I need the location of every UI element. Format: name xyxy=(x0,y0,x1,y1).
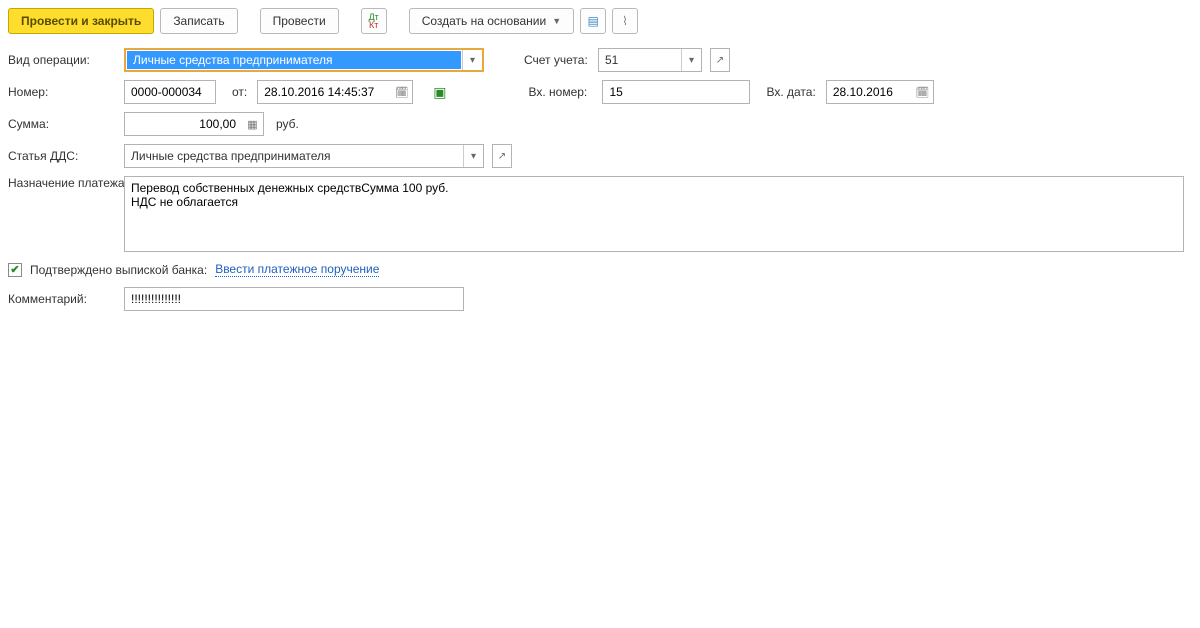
dds-select[interactable]: Личные средства предпринимателя ▾ xyxy=(124,144,484,168)
toolbar: Провести и закрыть Записать Провести ДтК… xyxy=(8,8,1192,34)
confirmed-checkbox[interactable]: ✔ xyxy=(8,263,22,277)
status-posted-icon: ▣ xyxy=(433,84,446,101)
in-number-input[interactable] xyxy=(602,80,750,104)
operation-type-value: Личные средства предпринимателя xyxy=(127,51,461,69)
create-based-on-button[interactable]: Создать на основании▼ xyxy=(409,8,574,34)
account-select[interactable]: 51 ▾ xyxy=(598,48,702,72)
attachment-button[interactable]: ⌇ xyxy=(612,8,638,34)
dtkt-icon: ДтКт xyxy=(369,13,379,29)
enter-payment-order-link[interactable]: Ввести платежное поручение xyxy=(215,262,379,277)
purpose-label: Назначение платежа: xyxy=(8,176,120,190)
dropdown-icon[interactable]: ▾ xyxy=(681,49,701,71)
comment-label: Комментарий: xyxy=(8,292,120,306)
dds-label: Статья ДДС: xyxy=(8,149,120,163)
sheet-icon: ▤ xyxy=(587,14,598,28)
open-dds-button[interactable]: ↗ xyxy=(492,144,512,168)
amount-input[interactable] xyxy=(124,112,242,136)
confirmed-label: Подтверждено выпиской банка: xyxy=(30,263,207,277)
debit-credit-button[interactable]: ДтКт xyxy=(361,8,387,34)
purpose-textarea[interactable] xyxy=(124,176,1184,252)
number-input[interactable] xyxy=(124,80,216,104)
chevron-down-icon: ▼ xyxy=(552,16,561,26)
currency-label: руб. xyxy=(268,117,299,131)
calculator-icon[interactable]: ▦ xyxy=(242,112,264,136)
dropdown-icon[interactable]: ▾ xyxy=(462,50,482,70)
from-label: от: xyxy=(220,85,253,99)
save-button[interactable]: Записать xyxy=(160,8,237,34)
post-button[interactable]: Провести xyxy=(260,8,339,34)
operation-type-label: Вид операции: xyxy=(8,53,120,67)
amount-label: Сумма: xyxy=(8,117,120,131)
sheet-button[interactable]: ▤ xyxy=(580,8,606,34)
in-date-input[interactable] xyxy=(826,80,912,104)
paperclip-icon: ⌇ xyxy=(622,14,628,28)
operation-type-select[interactable]: Личные средства предпринимателя ▾ xyxy=(124,48,484,72)
number-label: Номер: xyxy=(8,85,120,99)
post-and-close-button[interactable]: Провести и закрыть xyxy=(8,8,154,34)
comment-input[interactable] xyxy=(124,287,464,311)
in-number-label: Вх. номер: xyxy=(528,85,598,99)
date-input[interactable] xyxy=(257,80,391,104)
calendar-icon[interactable]: 🗓 xyxy=(912,80,934,104)
calendar-icon[interactable]: 🗓 xyxy=(391,80,413,104)
open-account-button[interactable]: ↗ xyxy=(710,48,730,72)
account-value: 51 xyxy=(599,49,681,71)
dds-value: Личные средства предпринимателя xyxy=(125,145,463,167)
in-date-label: Вх. дата: xyxy=(754,85,821,99)
account-label: Счет учета: xyxy=(524,53,594,67)
dropdown-icon[interactable]: ▾ xyxy=(463,145,483,167)
